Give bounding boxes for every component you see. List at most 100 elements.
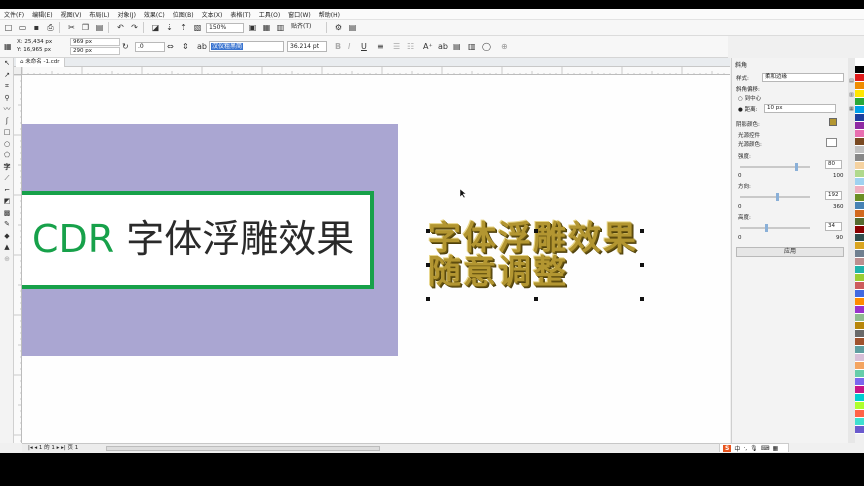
vertical-ruler[interactable] <box>14 75 22 443</box>
color-swatch[interactable] <box>855 186 864 194</box>
vertical-text-icon[interactable]: ▥ <box>468 41 476 52</box>
intensity-field[interactable]: 80 <box>825 160 842 169</box>
menu-tools[interactable]: 工具(O) <box>259 10 280 19</box>
color-swatch[interactable] <box>855 130 864 138</box>
color-swatch[interactable] <box>855 98 864 106</box>
new-document-icon[interactable]: □ <box>3 22 14 33</box>
color-swatch[interactable] <box>855 66 864 74</box>
color-swatch[interactable] <box>855 58 864 66</box>
selection-handle[interactable] <box>426 263 430 267</box>
color-swatch[interactable] <box>855 82 864 90</box>
menu-table[interactable]: 表格(T) <box>230 10 250 19</box>
menu-window[interactable]: 窗口(W) <box>288 10 311 19</box>
height-slider[interactable] <box>740 224 810 232</box>
shape-tool-icon[interactable]: ↗ <box>0 70 14 82</box>
color-swatch[interactable] <box>855 242 864 250</box>
color-swatch[interactable] <box>855 306 864 314</box>
bold-icon[interactable]: B <box>335 41 341 52</box>
color-swatch[interactable] <box>855 258 864 266</box>
edit-text-icon[interactable]: ab <box>438 41 448 52</box>
eyedropper-icon[interactable]: ✎ <box>0 219 14 231</box>
color-swatch[interactable] <box>855 418 864 426</box>
distance-field[interactable]: 10 px <box>764 104 836 113</box>
direction-slider[interactable] <box>740 193 810 201</box>
color-swatch[interactable] <box>855 282 864 290</box>
color-swatch[interactable] <box>855 114 864 122</box>
color-swatch[interactable] <box>855 218 864 226</box>
mirror-horizontal-icon[interactable]: ⇔ <box>167 41 174 52</box>
first-page-icon[interactable]: |◂ <box>28 445 33 451</box>
polygon-tool-icon[interactable]: ⬠ <box>0 150 14 162</box>
launch-icon[interactable]: ▤ <box>347 22 358 33</box>
color-swatch[interactable] <box>855 138 864 146</box>
skin-icon[interactable]: ▦ <box>772 445 778 452</box>
menu-layout[interactable]: 布局(L) <box>89 10 109 19</box>
artistic-media-icon[interactable]: ʃ <box>0 116 14 128</box>
color-swatch[interactable] <box>855 378 864 386</box>
color-swatch[interactable] <box>855 266 864 274</box>
gear-icon[interactable]: ⚙ <box>333 22 344 33</box>
color-swatch[interactable] <box>855 290 864 298</box>
full-screen-icon[interactable]: ▣ <box>247 22 258 33</box>
selection-handle[interactable] <box>640 263 644 267</box>
width-field[interactable]: 969 px <box>70 38 120 46</box>
export-icon[interactable]: ⇡ <box>178 22 189 33</box>
embossed-text-object[interactable]: 字体浮雕效果 随意调整 <box>428 221 650 297</box>
drawing-canvas[interactable]: CDR 字体浮雕效果 字体浮雕效果 随意调整 <box>22 75 730 443</box>
color-palette[interactable] <box>855 58 864 443</box>
text-align-icon[interactable]: ≡ <box>377 41 384 52</box>
docker-tab-icon[interactable]: ▤ <box>848 78 855 92</box>
document-tab[interactable]: ⌂ 未命名 -1.cdr <box>16 58 65 67</box>
menu-view[interactable]: 视图(V) <box>61 10 82 19</box>
color-swatch[interactable] <box>855 106 864 114</box>
selection-handle[interactable] <box>534 297 538 301</box>
color-swatch[interactable] <box>855 194 864 202</box>
color-swatch[interactable] <box>855 426 864 434</box>
menu-bitmaps[interactable]: 位图(B) <box>173 10 194 19</box>
horizontal-scrollbar[interactable] <box>106 446 380 451</box>
redo-icon[interactable]: ↷ <box>129 22 140 33</box>
save-icon[interactable]: ▪ <box>31 22 42 33</box>
shadow-color-swatch[interactable] <box>829 118 837 126</box>
selection-handle[interactable] <box>534 229 538 233</box>
color-swatch[interactable] <box>855 146 864 154</box>
font-family-select[interactable]: 汉仪粗黑简 <box>209 41 284 52</box>
color-swatch[interactable] <box>855 178 864 186</box>
to-center-option[interactable]: ○ 到中心 <box>738 94 761 102</box>
color-swatch[interactable] <box>855 250 864 258</box>
smart-fill-icon[interactable]: ▲ <box>0 242 14 254</box>
color-swatch[interactable] <box>855 354 864 362</box>
color-swatch[interactable] <box>855 386 864 394</box>
object-origin-icon[interactable]: ▦ <box>4 41 12 52</box>
selection-handle[interactable] <box>426 297 430 301</box>
color-swatch[interactable] <box>855 298 864 306</box>
color-swatch[interactable] <box>855 226 864 234</box>
parallel-dimension-icon[interactable]: ⟋ <box>0 173 14 185</box>
slider-thumb[interactable] <box>794 163 798 171</box>
color-swatch[interactable] <box>855 122 864 130</box>
page-navigator[interactable]: |◂ ◂ 1 的 1 ▸ ▸| 页 1 <box>28 445 78 452</box>
color-swatch[interactable] <box>855 210 864 218</box>
color-swatch[interactable] <box>855 314 864 322</box>
mirror-vertical-icon[interactable]: ⇕ <box>182 41 189 52</box>
crop-tool-icon[interactable]: ⌗ <box>0 81 14 93</box>
zoom-level-select[interactable]: 150% <box>206 22 244 33</box>
menu-object[interactable]: 对象(J) <box>117 10 135 19</box>
rulers-icon[interactable]: ▦ <box>261 22 272 33</box>
ime-logo[interactable]: S <box>723 444 732 452</box>
print-icon[interactable]: ⎙ <box>45 22 56 33</box>
menu-edit[interactable]: 编辑(E) <box>32 10 52 19</box>
style-select[interactable]: 柔和边缘 <box>762 73 844 82</box>
slider-thumb[interactable] <box>775 193 779 201</box>
distance-option[interactable]: ● 距离: <box>738 105 757 113</box>
slider-thumb[interactable] <box>764 224 768 232</box>
selection-handle[interactable] <box>426 229 430 233</box>
x-position[interactable]: X: 25,434 px <box>17 38 52 46</box>
document-palette[interactable] <box>0 452 864 453</box>
snap-to-dropdown[interactable]: 贴齐(T) <box>289 23 323 33</box>
color-swatch[interactable] <box>855 322 864 330</box>
microphone-icon[interactable]: 🎙 <box>750 445 758 452</box>
drop-cap-icon[interactable]: ☷ <box>407 41 414 52</box>
color-swatch[interactable] <box>855 338 864 346</box>
cut-icon[interactable]: ✂ <box>66 22 77 33</box>
